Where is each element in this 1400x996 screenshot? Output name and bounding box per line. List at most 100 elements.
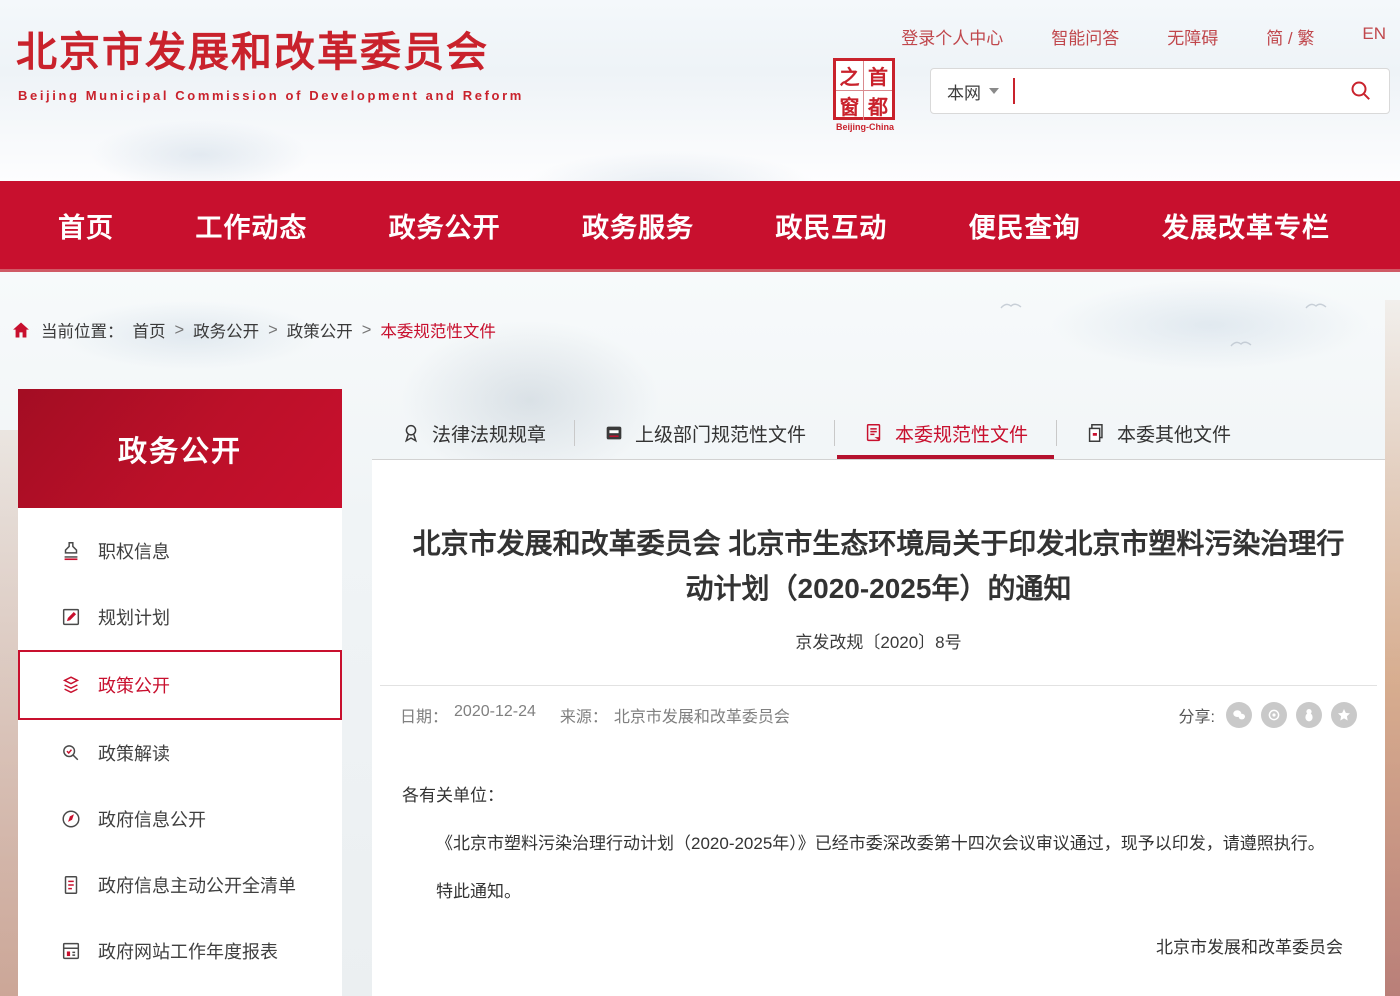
nav-item-work-dynamics[interactable]: 工作动态 bbox=[195, 206, 307, 245]
bird-watermark bbox=[1000, 300, 1022, 310]
article-body: 各有关单位： 《北京市塑料污染治理行动计划（2020-2025年）》已经市委深改… bbox=[402, 780, 1355, 965]
sidebar-item-decision-catalog[interactable]: 决策目录 bbox=[18, 984, 342, 996]
share-bar: 分享: bbox=[1179, 702, 1357, 728]
bird-watermark bbox=[1230, 338, 1252, 348]
law-seal-icon bbox=[400, 422, 422, 444]
nav-item-reform-special[interactable]: 发展改革专栏 bbox=[1162, 206, 1330, 245]
seal-caption: Beijing-China bbox=[833, 122, 897, 132]
seal-char: 窗 bbox=[836, 91, 864, 120]
favorite-star-icon[interactable] bbox=[1331, 702, 1357, 728]
seal-char: 首 bbox=[864, 61, 892, 91]
tab-label: 上级部门规范性文件 bbox=[635, 420, 806, 447]
tab-separator bbox=[834, 420, 835, 446]
simplified-traditional-toggle[interactable]: 简 / 繁 bbox=[1266, 24, 1314, 49]
tab-commission-other-documents[interactable]: 本委其他文件 bbox=[1059, 408, 1257, 458]
sidebar-title: 政务公开 bbox=[18, 389, 342, 508]
breadcrumb-separator: > bbox=[175, 321, 185, 340]
paragraph: 特此通知。 bbox=[402, 876, 1355, 908]
breadcrumb-prefix: 当前位置： bbox=[41, 318, 124, 342]
sidebar-item-label: 政府网站工作年度报表 bbox=[98, 938, 278, 964]
cloud-watermark bbox=[1050, 280, 1370, 370]
divider bbox=[380, 685, 1377, 686]
sidebar-item-label: 政策公开 bbox=[98, 672, 170, 698]
breadcrumb-item-disclosure[interactable]: 政务公开 bbox=[193, 318, 259, 342]
sidebar-item-gov-info-disclosure[interactable]: 政府信息公开 bbox=[18, 786, 342, 852]
sidebar-item-policy-disclosure[interactable]: 政策公开 bbox=[18, 650, 342, 720]
home-icon[interactable] bbox=[10, 320, 32, 340]
login-personal-center-link[interactable]: 登录个人中心 bbox=[901, 24, 1003, 49]
qq-icon[interactable] bbox=[1296, 702, 1322, 728]
capital-window-seal-icon: 之 首 窗 都 Beijing-China bbox=[833, 58, 897, 132]
tab-laws-regulations[interactable]: 法律法规规章 bbox=[374, 408, 572, 458]
sidebar-item-label: 规划计划 bbox=[98, 604, 170, 630]
page: 北京市发展和改革委员会 Beijing Municipal Commission… bbox=[0, 0, 1400, 996]
english-link[interactable]: EN bbox=[1362, 24, 1386, 49]
breadcrumb-item-current: 本委规范性文件 bbox=[380, 318, 496, 342]
nav-item-public-interaction[interactable]: 政民互动 bbox=[775, 206, 887, 245]
content-tabs: 法律法规规章 上级部门规范性文件 本委规范性文件 bbox=[372, 408, 1385, 458]
wechat-icon[interactable] bbox=[1226, 702, 1252, 728]
signature: 北京市发展和改革委员会 bbox=[402, 932, 1355, 964]
layers-icon bbox=[60, 673, 84, 697]
cloud-watermark bbox=[90, 120, 310, 190]
date-label: 日期： bbox=[400, 703, 448, 727]
article-date: 2020-12-24 bbox=[454, 703, 536, 727]
search-scope-label: 本网 bbox=[947, 79, 981, 104]
tab-label: 本委规范性文件 bbox=[895, 420, 1028, 447]
left-edge-artwork bbox=[0, 430, 18, 996]
salutation: 各有关单位： bbox=[402, 780, 1355, 812]
tab-superior-normative-documents[interactable]: 上级部门规范性文件 bbox=[577, 408, 832, 458]
breadcrumb-item-home[interactable]: 首页 bbox=[133, 318, 166, 342]
chevron-down-icon bbox=[989, 88, 999, 94]
search-input[interactable] bbox=[1015, 76, 1349, 106]
sidebar: 政务公开 职权信息 规 bbox=[18, 389, 342, 996]
sidebar-item-proactive-disclosure-list[interactable]: 政府信息主动公开全清单 bbox=[18, 852, 342, 918]
article-source: 北京市发展和改革委员会 bbox=[614, 703, 790, 727]
nav-item-government-disclosure[interactable]: 政务公开 bbox=[389, 206, 501, 245]
breadcrumb-item-policy[interactable]: 政策公开 bbox=[287, 318, 353, 342]
sidebar-item-label: 职权信息 bbox=[98, 538, 170, 564]
nav-item-convenience-query[interactable]: 便民查询 bbox=[969, 206, 1081, 245]
nav-item-home[interactable]: 首页 bbox=[58, 206, 114, 245]
list-document-icon bbox=[60, 873, 84, 897]
sidebar-item-label: 政府信息主动公开全清单 bbox=[98, 872, 296, 898]
sidebar-item-website-annual-report[interactable]: 政府网站工作年度报表 bbox=[18, 918, 342, 984]
article-title: 北京市发展和改革委员会 北京市生态环境局关于印发北京市塑料污染治理行动计划（20… bbox=[412, 522, 1345, 612]
interpret-search-icon bbox=[60, 741, 84, 765]
sidebar-item-authority-info[interactable]: 职权信息 bbox=[18, 518, 342, 584]
seal-char: 都 bbox=[864, 91, 892, 120]
search-icon bbox=[1349, 79, 1373, 103]
bird-watermark bbox=[1305, 300, 1327, 310]
tab-separator bbox=[574, 420, 575, 446]
tab-label: 本委其他文件 bbox=[1117, 420, 1231, 447]
search-scope-dropdown[interactable]: 本网 bbox=[947, 79, 999, 104]
stamp-icon bbox=[60, 539, 84, 563]
share-label: 分享: bbox=[1179, 703, 1215, 727]
nav-item-government-services[interactable]: 政务服务 bbox=[582, 206, 694, 245]
document-number: 京发改规〔2020〕8号 bbox=[372, 628, 1385, 653]
article-card: 北京市发展和改革委员会 北京市生态环境局关于印发北京市塑料污染治理行动计划（20… bbox=[372, 460, 1385, 996]
compass-icon bbox=[60, 807, 84, 831]
sidebar-item-policy-interpretation[interactable]: 政策解读 bbox=[18, 720, 342, 786]
accessibility-link[interactable]: 无障碍 bbox=[1167, 24, 1218, 49]
search-bar: 本网 bbox=[930, 68, 1390, 114]
article-meta: 日期：2020-12-24 来源：北京市发展和改革委员会 分享: bbox=[400, 702, 1357, 728]
annual-report-icon bbox=[60, 939, 84, 963]
breadcrumb-separator: > bbox=[268, 321, 278, 340]
sidebar-item-label: 政策解读 bbox=[98, 740, 170, 766]
tab-separator bbox=[1056, 420, 1057, 446]
sidebar-item-planning[interactable]: 规划计划 bbox=[18, 584, 342, 650]
smart-qa-link[interactable]: 智能问答 bbox=[1051, 24, 1119, 49]
breadcrumb: 当前位置： 首页 > 政务公开 > 政策公开 > 本委规范性文件 bbox=[10, 318, 496, 342]
main-navigation: 首页 工作动态 政务公开 政务服务 政民互动 便民查询 发展改革专栏 bbox=[0, 181, 1400, 272]
utility-links: 登录个人中心 智能问答 无障碍 简 / 繁 EN bbox=[901, 24, 1386, 49]
tab-label: 法律法规规章 bbox=[432, 420, 546, 447]
weibo-icon[interactable] bbox=[1261, 702, 1287, 728]
paragraph: 《北京市塑料污染治理行动计划（2020-2025年）》已经市委深改委第十四次会议… bbox=[402, 828, 1355, 860]
tab-commission-normative-documents[interactable]: 本委规范性文件 bbox=[837, 408, 1054, 458]
source-label: 来源： bbox=[560, 703, 608, 727]
search-button[interactable] bbox=[1349, 79, 1373, 103]
files-icon bbox=[1085, 422, 1107, 444]
plan-edit-icon bbox=[60, 605, 84, 629]
site-logo-subtitle: Beijing Municipal Commission of Developm… bbox=[18, 88, 524, 103]
